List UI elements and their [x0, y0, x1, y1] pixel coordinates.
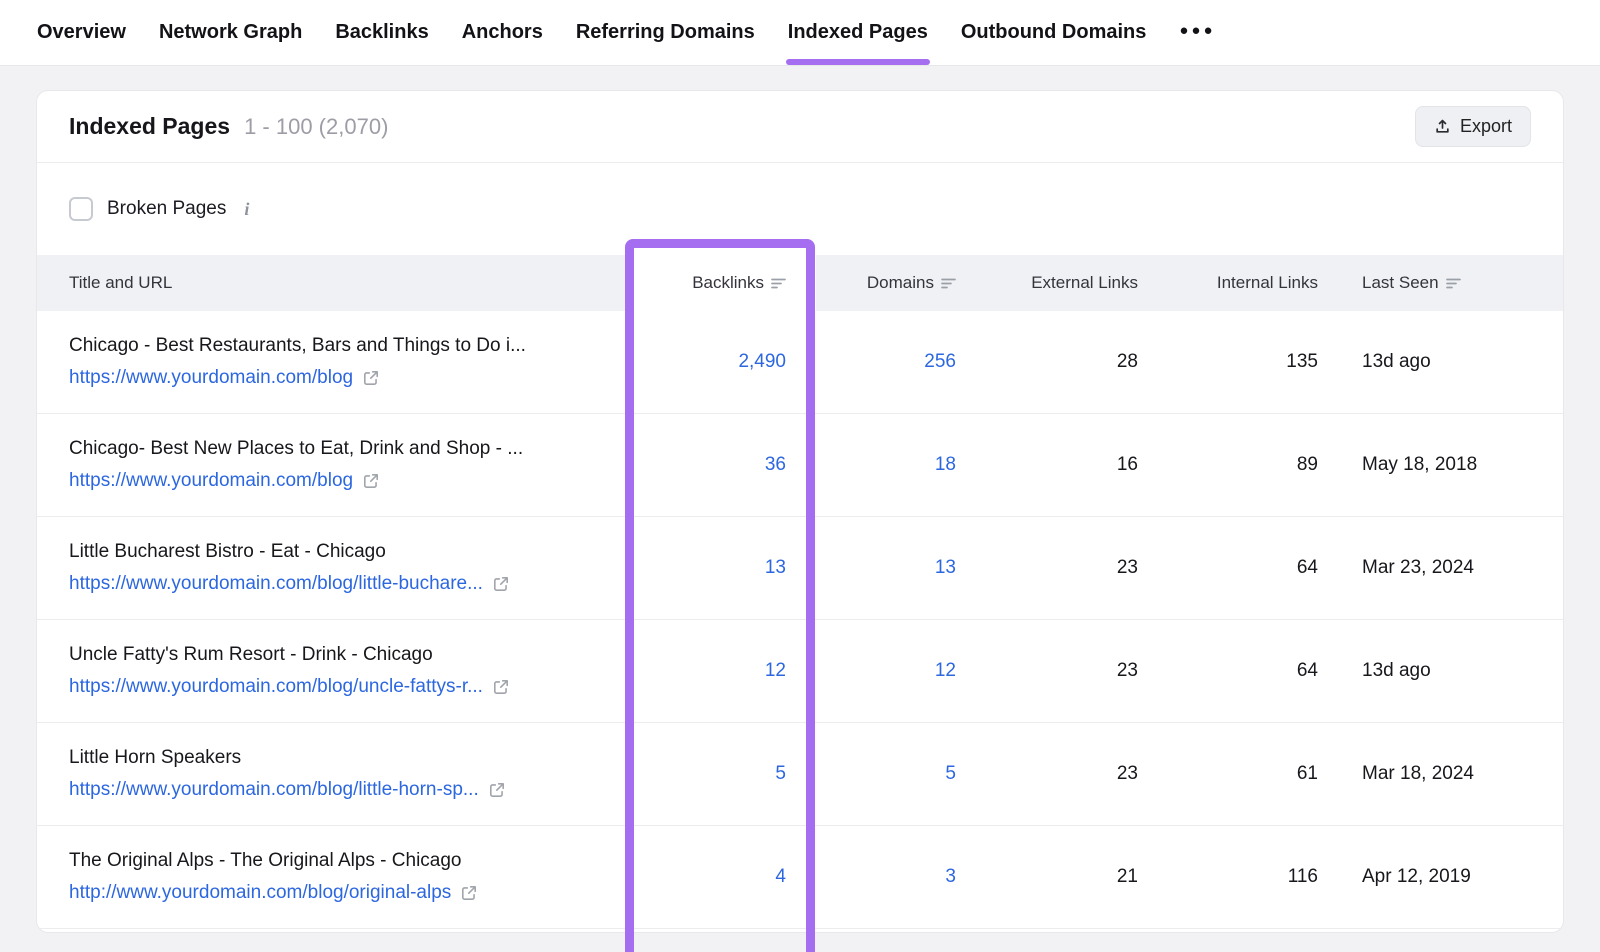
last-seen-value: May 18, 2018 [1362, 454, 1477, 476]
internal-links-count: 135 [1286, 351, 1318, 373]
tab-overview[interactable]: Overview [37, 0, 126, 65]
last-seen-value: Apr 12, 2019 [1362, 866, 1471, 888]
backlinks-count-link[interactable]: 36 [765, 454, 786, 476]
domains-count-link[interactable]: 3 [945, 866, 956, 888]
info-icon[interactable]: i [244, 199, 249, 220]
domains-count-link[interactable]: 256 [924, 351, 956, 373]
column-header-backlinks[interactable]: Backlinks [626, 255, 816, 311]
sort-icon[interactable] [771, 278, 786, 289]
external-link-icon[interactable] [362, 472, 380, 490]
domains-count-link[interactable]: 12 [935, 660, 956, 682]
backlinks-count-link[interactable]: 2,490 [738, 351, 786, 373]
last-seen-value: Mar 18, 2024 [1362, 763, 1474, 785]
export-icon [1434, 118, 1451, 135]
column-header-title-url[interactable]: Title and URL [37, 255, 626, 311]
tab-indexed-pages[interactable]: Indexed Pages [788, 0, 928, 65]
more-tabs-icon[interactable]: ●●● [1179, 0, 1215, 65]
broken-pages-checkbox[interactable] [69, 197, 93, 221]
page-title: The Original Alps - The Original Alps - … [69, 850, 462, 872]
table-row: Chicago- Best New Places to Eat, Drink a… [37, 414, 1563, 517]
backlinks-count-link[interactable]: 13 [765, 557, 786, 579]
column-label: Domains [867, 273, 934, 293]
table-row: Chicago - Best Restaurants, Bars and Thi… [37, 311, 1563, 414]
tab-anchors[interactable]: Anchors [462, 0, 543, 65]
sort-icon[interactable] [941, 278, 956, 289]
tab-referring-domains[interactable]: Referring Domains [576, 0, 755, 65]
column-header-internal-links[interactable]: Internal Links [1166, 255, 1346, 311]
filters-row: Broken Pages i [37, 163, 1563, 255]
internal-links-count: 61 [1297, 763, 1318, 785]
table-row: Little Horn Speakers https://www.yourdom… [37, 723, 1563, 826]
results-range: 1 - 100 (2,070) [244, 114, 388, 140]
table-row: The Original Alps - The Original Alps - … [37, 826, 1563, 929]
external-links-count: 21 [1117, 866, 1138, 888]
export-label: Export [1460, 116, 1512, 137]
page-title: Chicago - Best Restaurants, Bars and Thi… [69, 335, 526, 357]
domains-count-link[interactable]: 13 [935, 557, 956, 579]
tab-network-graph[interactable]: Network Graph [159, 0, 302, 65]
column-label: Last Seen [1362, 273, 1439, 293]
external-links-count: 16 [1117, 454, 1138, 476]
external-link-icon[interactable] [362, 369, 380, 387]
column-header-domains[interactable]: Domains [816, 255, 986, 311]
page-url-link[interactable]: https://www.yourdomain.com/blog/uncle-fa… [69, 676, 483, 698]
sort-icon[interactable] [1446, 278, 1461, 289]
page-url-link[interactable]: https://www.yourdomain.com/blog [69, 470, 353, 492]
internal-links-count: 64 [1297, 557, 1318, 579]
backlinks-count-link[interactable]: 5 [775, 763, 786, 785]
broken-pages-label: Broken Pages [107, 198, 226, 220]
column-label: Internal Links [1217, 273, 1318, 293]
internal-links-count: 116 [1288, 866, 1318, 888]
last-seen-value: Mar 23, 2024 [1362, 557, 1474, 579]
page-url-link[interactable]: https://www.yourdomain.com/blog/little-b… [69, 573, 483, 595]
panel-header: Indexed Pages 1 - 100 (2,070) Export [37, 91, 1563, 163]
report-tabs: Overview Network Graph Backlinks Anchors… [0, 0, 1600, 66]
last-seen-value: 13d ago [1362, 660, 1431, 682]
external-link-icon[interactable] [492, 575, 510, 593]
column-label: External Links [1031, 273, 1138, 293]
external-link-icon[interactable] [460, 884, 478, 902]
page-title: Little Horn Speakers [69, 747, 241, 769]
domains-count-link[interactable]: 5 [945, 763, 956, 785]
page-url-link[interactable]: http://www.yourdomain.com/blog/original-… [69, 882, 451, 904]
export-button[interactable]: Export [1415, 106, 1531, 147]
external-link-icon[interactable] [488, 781, 506, 799]
tab-backlinks[interactable]: Backlinks [335, 0, 428, 65]
column-header-external-links[interactable]: External Links [986, 255, 1166, 311]
page-title: Little Bucharest Bistro - Eat - Chicago [69, 541, 386, 563]
page-url-link[interactable]: https://www.yourdomain.com/blog [69, 367, 353, 389]
column-label: Title and URL [69, 273, 172, 293]
external-link-icon[interactable] [492, 678, 510, 696]
panel-title: Indexed Pages [69, 113, 230, 140]
page-title: Chicago- Best New Places to Eat, Drink a… [69, 438, 523, 460]
external-links-count: 28 [1117, 351, 1138, 373]
table-row: Uncle Fatty's Rum Resort - Drink - Chica… [37, 620, 1563, 723]
tab-outbound-domains[interactable]: Outbound Domains [961, 0, 1147, 65]
external-links-count: 23 [1117, 763, 1138, 785]
page-title: Uncle Fatty's Rum Resort - Drink - Chica… [69, 644, 433, 666]
last-seen-value: 13d ago [1362, 351, 1431, 373]
table-row: Little Bucharest Bistro - Eat - Chicago … [37, 517, 1563, 620]
backlinks-count-link[interactable]: 12 [765, 660, 786, 682]
indexed-pages-panel: Indexed Pages 1 - 100 (2,070) Export Bro… [36, 90, 1564, 933]
page-url-link[interactable]: https://www.yourdomain.com/blog/little-h… [69, 779, 479, 801]
internal-links-count: 89 [1297, 454, 1318, 476]
internal-links-count: 64 [1297, 660, 1318, 682]
table-header: Title and URL Backlinks Domains External… [37, 255, 1563, 311]
external-links-count: 23 [1117, 557, 1138, 579]
column-header-last-seen[interactable]: Last Seen [1346, 255, 1563, 311]
column-label: Backlinks [692, 273, 764, 293]
backlinks-count-link[interactable]: 4 [775, 866, 786, 888]
external-links-count: 23 [1117, 660, 1138, 682]
domains-count-link[interactable]: 18 [935, 454, 956, 476]
